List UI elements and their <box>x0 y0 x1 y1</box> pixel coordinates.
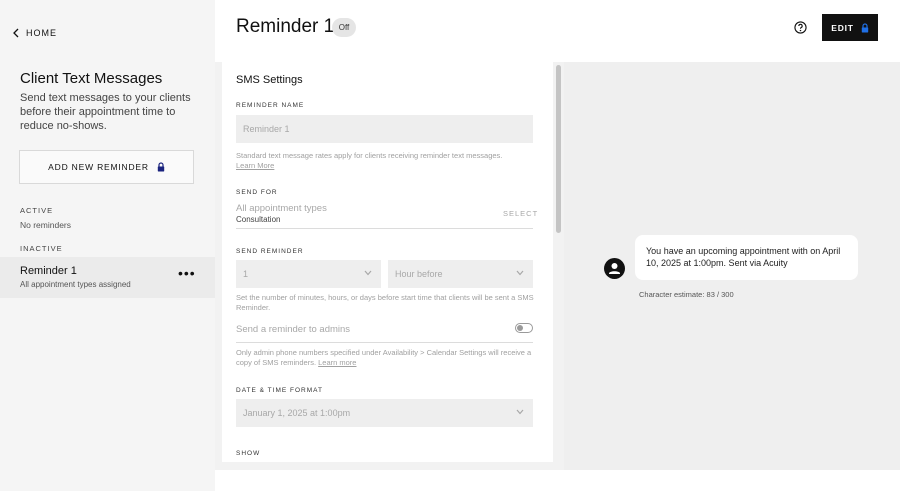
learn-more-link[interactable]: Learn More <box>236 161 274 170</box>
character-estimate: Character estimate: 83 / 300 <box>639 290 734 299</box>
chevron-down-icon <box>516 270 524 276</box>
add-new-reminder-button[interactable]: ADD NEW REMINDER <box>19 150 194 184</box>
reminder-item-name: Reminder 1 <box>20 265 77 277</box>
send-for-value: Consultation <box>236 215 281 224</box>
page-title: Reminder 1 <box>236 16 335 37</box>
user-icon <box>609 263 620 274</box>
help-icon[interactable] <box>794 21 807 34</box>
home-label: HOME <box>26 28 57 38</box>
datetime-format-select[interactable]: January 1, 2025 at 1:00pm <box>236 399 533 427</box>
more-options-icon[interactable]: ••• <box>178 265 196 281</box>
chevron-left-icon <box>13 28 19 38</box>
edit-button[interactable]: EDIT <box>822 14 878 41</box>
edit-label: EDIT <box>831 22 854 33</box>
sidebar-description: Send text messages to your clients befor… <box>20 92 191 132</box>
reminder-unit-select[interactable]: Hour before <box>388 260 533 288</box>
send-for-placeholder: All appointment types <box>236 203 327 214</box>
add-reminder-label: ADD NEW REMINDER <box>48 162 149 172</box>
settings-scrollbar[interactable] <box>556 65 561 233</box>
sms-settings-heading: SMS Settings <box>236 74 303 86</box>
reminder-amount-select[interactable]: 1 <box>236 260 381 288</box>
reminder-amount-value: 1 <box>243 269 249 279</box>
admin-toggle-label: Send a reminder to admins <box>236 324 351 335</box>
lock-icon <box>157 162 165 172</box>
reminder-item-subtitle: All appointment types assigned <box>20 280 131 289</box>
sidebar: HOME Client Text Messages Send text mess… <box>0 0 215 491</box>
reminder-unit-value: Hour before <box>395 269 443 279</box>
admin-hint-text: Only admin phone numbers specified under… <box>236 348 532 367</box>
home-link[interactable]: HOME <box>12 28 57 38</box>
datetime-format-value: January 1, 2025 at 1:00pm <box>243 408 351 418</box>
rates-hint: Standard text message rates apply for cl… <box>236 151 536 171</box>
active-value: No reminders <box>20 220 72 230</box>
select-appointment-types-button[interactable]: SELECT <box>503 209 538 218</box>
chevron-down-icon <box>364 270 372 276</box>
reminder-name-value: Reminder 1 <box>243 124 290 134</box>
send-reminder-hint: Set the number of minutes, hours, or day… <box>236 293 534 312</box>
avatar <box>604 258 625 279</box>
active-section-label: ACTIVE <box>20 206 54 215</box>
show-label: SHOW <box>236 450 261 457</box>
rates-hint-text: Standard text message rates apply for cl… <box>236 151 503 160</box>
reminder-name-label: REMINDER NAME <box>236 102 305 109</box>
datetime-format-label: DATE & TIME FORMAT <box>236 387 323 394</box>
status-badge: Off <box>332 18 356 37</box>
reminder-name-input[interactable]: Reminder 1 <box>236 115 533 143</box>
message-preview-bubble: You have an upcoming appointment with on… <box>635 235 858 280</box>
reminder-list-item[interactable]: Reminder 1 All appointment types assigne… <box>0 257 215 298</box>
send-reminder-label: SEND REMINDER <box>236 248 304 255</box>
send-for-label: SEND FOR <box>236 189 278 196</box>
admin-reminder-toggle[interactable] <box>515 323 533 333</box>
inactive-section-label: INACTIVE <box>20 244 63 253</box>
admin-learn-more-link[interactable]: Learn more <box>318 358 356 367</box>
chevron-down-icon <box>516 409 524 415</box>
sidebar-title: Client Text Messages <box>20 70 163 87</box>
lock-icon <box>861 22 868 32</box>
divider <box>236 342 533 343</box>
divider <box>236 228 533 229</box>
admin-hint: Only admin phone numbers specified under… <box>236 348 536 368</box>
